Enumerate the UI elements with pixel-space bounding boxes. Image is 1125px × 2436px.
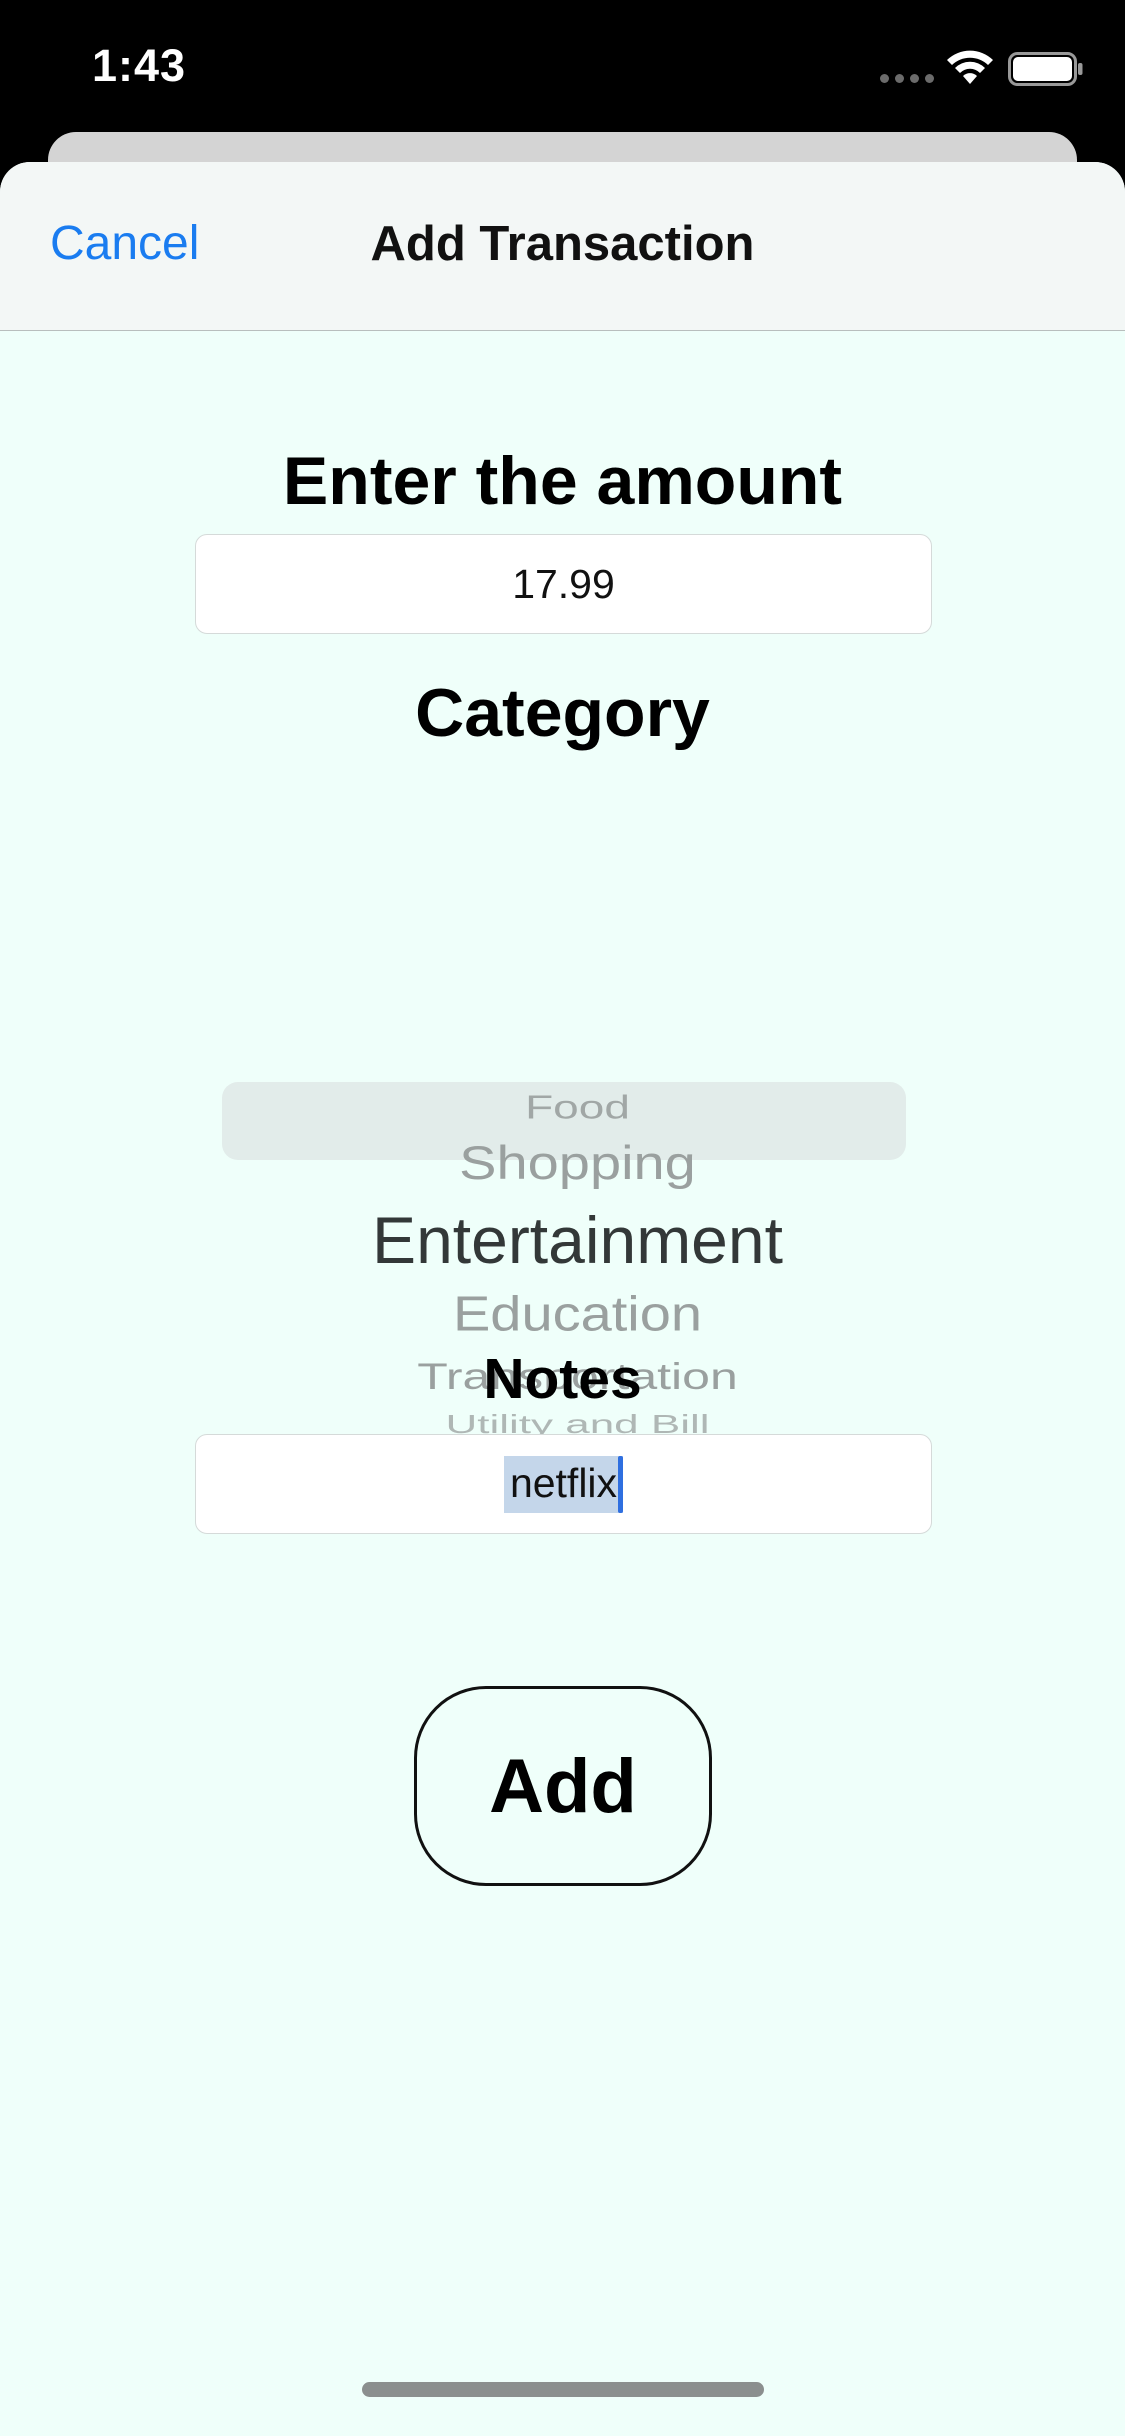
notes-field[interactable]: netflix (195, 1434, 932, 1534)
add-button[interactable]: Add (414, 1686, 712, 1886)
notes-heading: Notes (483, 1347, 642, 1411)
status-time: 1:43 (92, 40, 187, 91)
add-transaction-sheet: Cancel Add Transaction Enter the amount … (0, 162, 1125, 2436)
cellular-signal-dots-icon (880, 74, 936, 84)
notes-value: netflix (509, 1459, 618, 1506)
battery-full-icon (1008, 52, 1083, 86)
page-title: Add Transaction (370, 217, 755, 271)
status-bar: 1:43 (0, 0, 1125, 132)
amount-field[interactable]: 17.99 (195, 534, 932, 634)
picker-option-shopping[interactable]: Shopping (0, 1135, 1125, 1190)
picker-option-food[interactable]: Food (0, 1088, 1125, 1127)
navigation-bar: Cancel Add Transaction (0, 162, 1125, 331)
text-cursor (618, 1455, 624, 1513)
picker-option-entertainment[interactable]: Entertainment (0, 1202, 1125, 1278)
amount-heading: Enter the amount (282, 443, 843, 519)
picker-option-education[interactable]: Education (0, 1285, 1125, 1342)
category-heading: Category (415, 675, 710, 751)
wifi-icon (947, 50, 993, 84)
home-indicator[interactable] (362, 2382, 764, 2397)
notes-selected-text: netflix (503, 1455, 624, 1513)
amount-value: 17.99 (512, 560, 615, 607)
